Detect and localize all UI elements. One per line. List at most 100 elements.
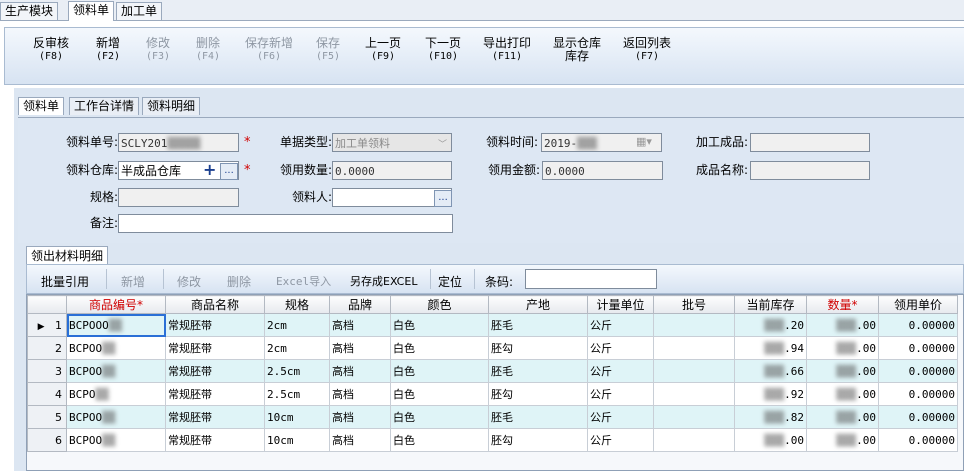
cell-spec[interactable]: 2.5cm bbox=[264, 359, 330, 383]
cell-color[interactable]: 白色 bbox=[390, 313, 489, 337]
back-to-list-button[interactable]: 返回列表 (F7) bbox=[623, 37, 671, 63]
save-as-excel-button[interactable]: 另存成EXCEL bbox=[350, 273, 417, 289]
amount-field[interactable]: 0.0000 bbox=[542, 161, 663, 180]
product-field[interactable] bbox=[750, 133, 870, 152]
next-page-button[interactable]: 下一页 (F10) bbox=[425, 37, 461, 63]
cell-quantity[interactable]: ▒▒▒.00 bbox=[806, 313, 879, 337]
table-row[interactable]: 5 BCPOO▒▒ 常规胚带 10cm 高档 白色 胚毛 公斤 ▒▒▒.82 ▒▒▒.00 0.00… bbox=[27, 405, 958, 429]
col-quantity[interactable]: 数量* bbox=[806, 295, 879, 314]
calendar-icon[interactable]: ▦▾ bbox=[636, 135, 652, 148]
cell-batch[interactable] bbox=[653, 336, 735, 360]
row-header[interactable]: ▶ 1 bbox=[27, 313, 67, 337]
module-tab-processing-order[interactable]: 加工单 bbox=[116, 2, 163, 20]
cell-current-stock[interactable]: ▒▒▒.92 bbox=[734, 382, 807, 406]
cell-quantity[interactable]: ▒▒▒.00 bbox=[806, 382, 879, 406]
show-stock-button[interactable]: 显示仓库 库存 bbox=[553, 37, 601, 63]
cell-color[interactable]: 白色 bbox=[390, 428, 489, 452]
row-header[interactable]: 2 bbox=[27, 336, 67, 360]
detail-delete-button[interactable]: 删除 bbox=[227, 273, 251, 290]
cell-product-code[interactable]: BCPOO▒▒ bbox=[66, 359, 166, 383]
batch-reference-button[interactable]: 批量引用 bbox=[41, 273, 89, 290]
col-unit[interactable]: 计量单位 bbox=[587, 295, 654, 314]
cell-brand[interactable]: 高档 bbox=[329, 382, 391, 406]
cell-unit[interactable]: 公斤 bbox=[587, 382, 654, 406]
cell-color[interactable]: 白色 bbox=[390, 405, 489, 429]
cell-quantity[interactable]: ▒▒▒.00 bbox=[806, 359, 879, 383]
cell-product-code[interactable]: BCPOO▒▒ bbox=[66, 336, 166, 360]
locate-button[interactable]: 定位 bbox=[438, 273, 462, 290]
cell-product-code[interactable]: BCPO▒▒ bbox=[66, 382, 166, 406]
table-row[interactable]: 4 BCPO▒▒ 常规胚带 2.5cm 高档 白色 胚勾 公斤 ▒▒▒.92 ▒▒▒.00 0.00… bbox=[27, 382, 958, 406]
barcode-input[interactable] bbox=[525, 269, 657, 289]
cell-current-stock[interactable]: ▒▒▒.20 bbox=[734, 313, 807, 337]
table-row[interactable]: 2 BCPOO▒▒ 常规胚带 2cm 高档 白色 胚勾 公斤 ▒▒▒.94 ▒▒▒.00 0.000… bbox=[27, 336, 958, 360]
delete-button[interactable]: 删除 (F4) bbox=[196, 37, 220, 63]
cell-current-stock[interactable]: ▒▒▒.66 bbox=[734, 359, 807, 383]
cell-product-name[interactable]: 常规胚带 bbox=[165, 428, 265, 452]
row-header[interactable]: 3 bbox=[27, 359, 67, 383]
cell-color[interactable]: 白色 bbox=[390, 336, 489, 360]
module-tab-picking-order[interactable]: 领料单 bbox=[68, 1, 115, 21]
picker-browse-button[interactable]: ... bbox=[434, 190, 452, 207]
cell-unit-price[interactable]: 0.00000 bbox=[878, 359, 958, 383]
cell-batch[interactable] bbox=[653, 313, 735, 337]
cell-unit-price[interactable]: 0.00000 bbox=[878, 336, 958, 360]
row-header[interactable]: 4 bbox=[27, 382, 67, 406]
col-product-name[interactable]: 商品名称 bbox=[165, 295, 265, 314]
detail-edit-button[interactable]: 修改 bbox=[177, 273, 201, 290]
tab-picking-order[interactable]: 领料单 bbox=[18, 97, 65, 115]
save-new-button[interactable]: 保存新增 (F6) bbox=[245, 37, 293, 63]
remark-field[interactable] bbox=[118, 214, 453, 233]
tab-picking-details[interactable]: 领料明细 bbox=[142, 97, 201, 115]
cell-brand[interactable]: 高档 bbox=[329, 428, 391, 452]
cell-color[interactable]: 白色 bbox=[390, 382, 489, 406]
detail-tab[interactable]: 领出材料明细 bbox=[26, 246, 109, 265]
cell-product-name[interactable]: 常规胚带 bbox=[165, 405, 265, 429]
export-print-button[interactable]: 导出打印 (F11) bbox=[483, 37, 531, 63]
cell-current-stock[interactable]: ▒▒▒.94 bbox=[734, 336, 807, 360]
doc-type-select[interactable]: 加工单领料 bbox=[332, 133, 452, 152]
cell-product-name[interactable]: 常规胚带 bbox=[165, 382, 265, 406]
cell-batch[interactable] bbox=[653, 405, 735, 429]
cell-product-code[interactable]: BCPOOO▒▒ bbox=[66, 313, 166, 337]
table-row[interactable]: ▶ 1 BCPOOO▒▒ 常规胚带 2cm 高档 白色 胚毛 公斤 ▒▒▒.20 ▒▒▒.00 0.… bbox=[27, 313, 958, 337]
row-header[interactable]: 5 bbox=[27, 405, 67, 429]
cell-batch[interactable] bbox=[653, 382, 735, 406]
cell-unit-price[interactable]: 0.00000 bbox=[878, 313, 958, 337]
unaudit-button[interactable]: 反审核 (F8) bbox=[33, 37, 69, 63]
module-tab-production[interactable]: 生产模块 bbox=[0, 2, 59, 20]
cell-origin[interactable]: 胚勾 bbox=[488, 428, 588, 452]
cell-spec[interactable]: 10cm bbox=[264, 428, 330, 452]
cell-quantity[interactable]: ▒▒▒.00 bbox=[806, 336, 879, 360]
product-name-field[interactable] bbox=[750, 161, 870, 180]
cell-color[interactable]: 白色 bbox=[390, 359, 489, 383]
warehouse-browse-button[interactable]: ... bbox=[220, 163, 238, 180]
cell-batch[interactable] bbox=[653, 428, 735, 452]
cell-unit[interactable]: 公斤 bbox=[587, 405, 654, 429]
col-spec[interactable]: 规格 bbox=[264, 295, 330, 314]
excel-import-button[interactable]: Excel导入 bbox=[276, 273, 331, 289]
cell-unit[interactable]: 公斤 bbox=[587, 359, 654, 383]
detail-new-button[interactable]: 新增 bbox=[121, 273, 145, 290]
col-color[interactable]: 颜色 bbox=[390, 295, 489, 314]
cell-brand[interactable]: 高档 bbox=[329, 313, 391, 337]
cell-product-name[interactable]: 常规胚带 bbox=[165, 336, 265, 360]
cell-quantity[interactable]: ▒▒▒.00 bbox=[806, 405, 879, 429]
cell-spec[interactable]: 2.5cm bbox=[264, 382, 330, 406]
cell-brand[interactable]: 高档 bbox=[329, 359, 391, 383]
cell-spec[interactable]: 2cm bbox=[264, 313, 330, 337]
cell-unit-price[interactable]: 0.00000 bbox=[878, 382, 958, 406]
cell-origin[interactable]: 胚毛 bbox=[488, 405, 588, 429]
cell-unit[interactable]: 公斤 bbox=[587, 428, 654, 452]
cell-current-stock[interactable]: ▒▒▒.82 bbox=[734, 405, 807, 429]
save-button[interactable]: 保存 (F5) bbox=[316, 37, 340, 63]
qty-field[interactable]: 0.0000 bbox=[332, 161, 452, 180]
cell-quantity[interactable]: ▒▒▒.00 bbox=[806, 428, 879, 452]
edit-button[interactable]: 修改 (F3) bbox=[146, 37, 170, 63]
col-product-code[interactable]: 商品编号* bbox=[66, 295, 166, 314]
col-brand[interactable]: 品牌 bbox=[329, 295, 391, 314]
cell-unit[interactable]: 公斤 bbox=[587, 313, 654, 337]
tab-workbench-details[interactable]: 工作台详情 bbox=[69, 97, 140, 115]
cell-brand[interactable]: 高档 bbox=[329, 336, 391, 360]
col-batch[interactable]: 批号 bbox=[653, 295, 735, 314]
